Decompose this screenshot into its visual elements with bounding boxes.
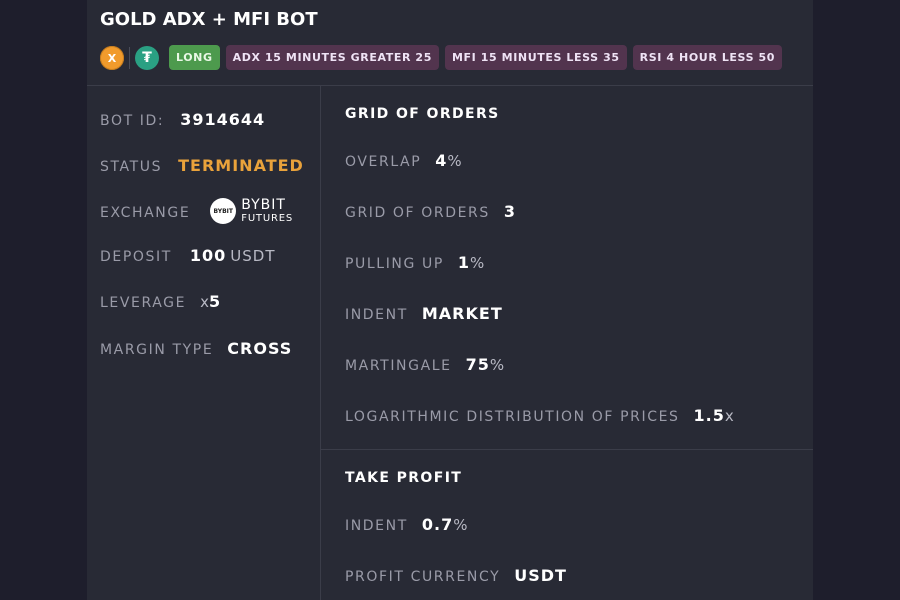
- bot-tags: LONG ADX 15 MINUTES GREATER 25 MFI 15 MI…: [169, 45, 783, 70]
- profit-currency-row: PROFIT CURRENCY USDT: [345, 566, 567, 585]
- exchange-name-block: BYBIT FUTURES: [241, 198, 293, 224]
- settings-panel: GRID OF ORDERS OVERLAP 4 % GRID OF ORDER…: [321, 86, 813, 600]
- log-distribution-value: 1.5: [693, 406, 725, 425]
- tag-mfi-condition: MFI 15 MINUTES LESS 35: [444, 45, 627, 70]
- status-row: STATUS TERMINATED: [100, 156, 304, 175]
- pulling-up-row: PULLING UP 1 %: [345, 253, 485, 272]
- indent-row: INDENT MARKET: [345, 304, 503, 323]
- deposit-value: 100: [189, 246, 227, 265]
- bot-title: GOLD ADX + MFI BOT: [100, 9, 318, 30]
- pulling-up-label: PULLING UP: [345, 256, 444, 272]
- margin-type-row: MARGIN TYPE CROSS: [100, 339, 292, 358]
- grid-section-title: GRID OF ORDERS: [345, 106, 500, 122]
- overlap-label: OVERLAP: [345, 154, 422, 170]
- bot-header: GOLD ADX + MFI BOT X ₮ LONG ADX 15 MINUT…: [87, 0, 813, 86]
- pulling-up-value: 1: [457, 253, 471, 272]
- margin-type-label: MARGIN TYPE: [100, 342, 214, 358]
- tag-adx-condition: ADX 15 MINUTES GREATER 25: [225, 45, 439, 70]
- log-distribution-row: LOGARITHMIC DISTRIBUTION OF PRICES 1.5 x: [345, 406, 735, 425]
- take-profit-section-title: TAKE PROFIT: [345, 470, 463, 486]
- exchange-label: EXCHANGE: [100, 204, 191, 221]
- section-divider: [321, 449, 813, 450]
- pulling-up-unit: %: [470, 254, 486, 272]
- tether-icon: ₮: [135, 46, 159, 70]
- overlap-row: OVERLAP 4 %: [345, 151, 463, 170]
- leverage-row: LEVERAGE x 5: [100, 292, 221, 311]
- bot-id-label: BOT ID:: [100, 113, 165, 129]
- bot-card: GOLD ADX + MFI BOT X ₮ LONG ADX 15 MINUT…: [87, 0, 813, 600]
- tag-rsi-condition: RSI 4 HOUR LESS 50: [632, 45, 783, 70]
- bot-id-value: 3914644: [180, 110, 266, 129]
- martingale-label: MARTINGALE: [345, 358, 452, 374]
- overlap-unit: %: [447, 152, 463, 170]
- deposit-row: DEPOSIT 100 USDT: [100, 246, 275, 265]
- bot-id-row: BOT ID: 3914644: [100, 110, 265, 129]
- tp-indent-label: INDENT: [345, 518, 408, 534]
- martingale-unit: %: [489, 356, 506, 374]
- exchange-market-type: FUTURES: [241, 213, 293, 224]
- tp-indent-value: 0.7: [421, 515, 454, 534]
- tp-indent-row: INDENT 0.7 %: [345, 515, 468, 534]
- martingale-row: MARTINGALE 75 %: [345, 355, 505, 374]
- margin-type-value: CROSS: [227, 339, 293, 358]
- exchange-row: EXCHANGE BYBIT BYBIT FUTURES: [100, 198, 293, 224]
- leverage-value: 5: [208, 292, 222, 311]
- tp-indent-unit: %: [453, 516, 469, 534]
- bot-info-panel: BOT ID: 3914644 STATUS TERMINATED EXCHAN…: [87, 86, 321, 600]
- overlap-value: 4: [435, 151, 448, 170]
- profit-currency-value: USDT: [514, 566, 567, 585]
- grid-orders-value: 3: [503, 202, 516, 221]
- log-distribution-label: LOGARITHMIC DISTRIBUTION OF PRICES: [345, 409, 680, 425]
- tag-long: LONG: [169, 45, 220, 70]
- bybit-logo-icon: BYBIT: [210, 198, 237, 224]
- deposit-label: DEPOSIT: [100, 249, 172, 265]
- x-coin-icon: X: [100, 46, 124, 70]
- grid-orders-label: GRID OF ORDERS: [345, 205, 490, 221]
- leverage-label: LEVERAGE: [100, 295, 187, 311]
- indent-label: INDENT: [345, 307, 408, 323]
- grid-orders-row: GRID OF ORDERS 3: [345, 202, 516, 221]
- exchange-logo: BYBIT BYBIT FUTURES: [210, 198, 293, 224]
- deposit-unit: USDT: [230, 247, 276, 265]
- leverage-prefix: x: [200, 293, 209, 311]
- profit-currency-label: PROFIT CURRENCY: [345, 569, 501, 585]
- indent-value: MARKET: [421, 304, 503, 323]
- log-distribution-unit: x: [724, 407, 735, 425]
- coin-divider: [129, 47, 130, 69]
- martingale-value: 75: [465, 355, 490, 374]
- coin-pair: X ₮: [100, 45, 159, 71]
- status-label: STATUS: [100, 159, 163, 175]
- status-value: TERMINATED: [178, 156, 304, 175]
- exchange-name: BYBIT: [241, 197, 286, 213]
